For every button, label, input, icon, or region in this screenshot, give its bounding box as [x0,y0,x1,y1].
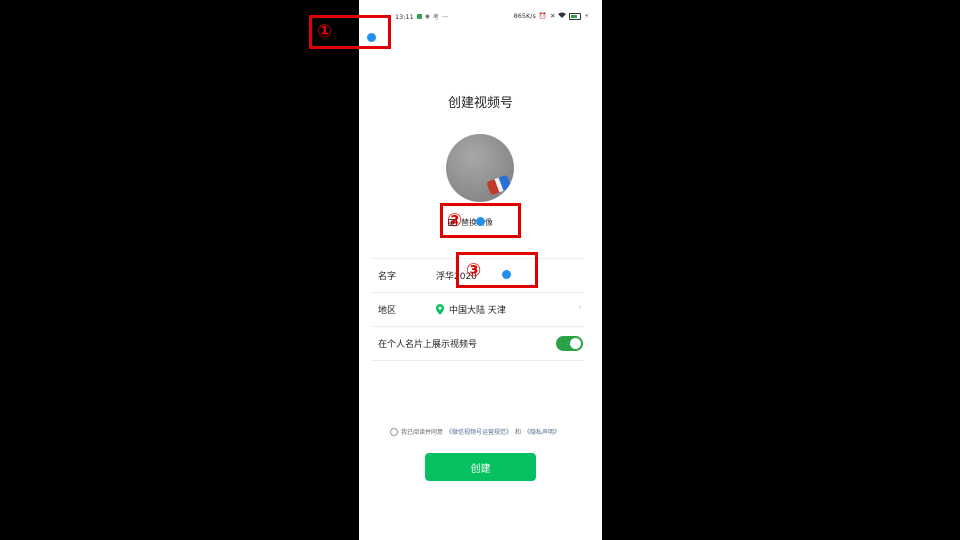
annotation-number-3: ③ [466,260,482,281]
tap-indicator-2 [476,217,485,226]
agreement: 我已阅读并同意 《微信视频号运营规范》和《隐私声明》 [390,427,580,436]
chevron-right-icon: › [578,302,582,313]
show-on-card-row: 在个人名片上展示视频号 [371,326,584,361]
status-bar: 13:11 ◉ 考 ··· 865K/s ⏰ ✕ ⚡ [359,0,602,34]
agreement-checkbox[interactable] [390,427,398,436]
create-button[interactable]: 创建 [425,453,536,481]
show-on-card-toggle[interactable] [556,336,583,351]
wifi-icon [558,12,567,20]
status-right: 865K/s ⏰ ✕ ⚡ [514,12,589,20]
avatar-image-detail [486,174,512,196]
annotation-number-1: ① [317,21,333,42]
name-label: 名字 [378,272,397,282]
region-label: 地区 [378,306,397,316]
net-speed: 865K/s [513,12,536,20]
agreement-prefix: 我已阅读并同意 [401,429,444,436]
operation-rules-link[interactable]: 《微信视频号运营规范》 [446,427,512,436]
tap-indicator-3 [502,270,511,279]
mute-icon: ✕ [549,12,556,20]
alarm-icon: ⏰ [538,12,547,20]
region-row[interactable]: 地区 中国大陆 天津 › [371,292,584,326]
app-icon-2: 考 [432,14,439,21]
status-more: ··· [442,12,449,21]
status-left: 13:11 ◉ 考 ··· [395,12,449,22]
tap-indicator-1 [367,33,376,42]
battery-icon [569,12,582,20]
location-pin-icon [436,304,444,315]
charging-icon: ⚡ [584,12,589,20]
agreement-mid: 和 [515,429,522,436]
avatar[interactable] [446,134,514,202]
privacy-link[interactable]: 《隐私声明》 [524,427,560,436]
region-text: 中国大陆 天津 [449,306,506,316]
page-title: 创建视频号 [447,96,513,111]
show-on-card-label: 在个人名片上展示视频号 [378,340,478,350]
app-icon: ◉ [424,13,430,20]
wechat-notify-icon [416,14,422,19]
annotation-number-2: ② [447,210,463,231]
status-time: 13:11 [395,12,414,21]
region-value: 中国大陆 天津 [436,303,584,316]
